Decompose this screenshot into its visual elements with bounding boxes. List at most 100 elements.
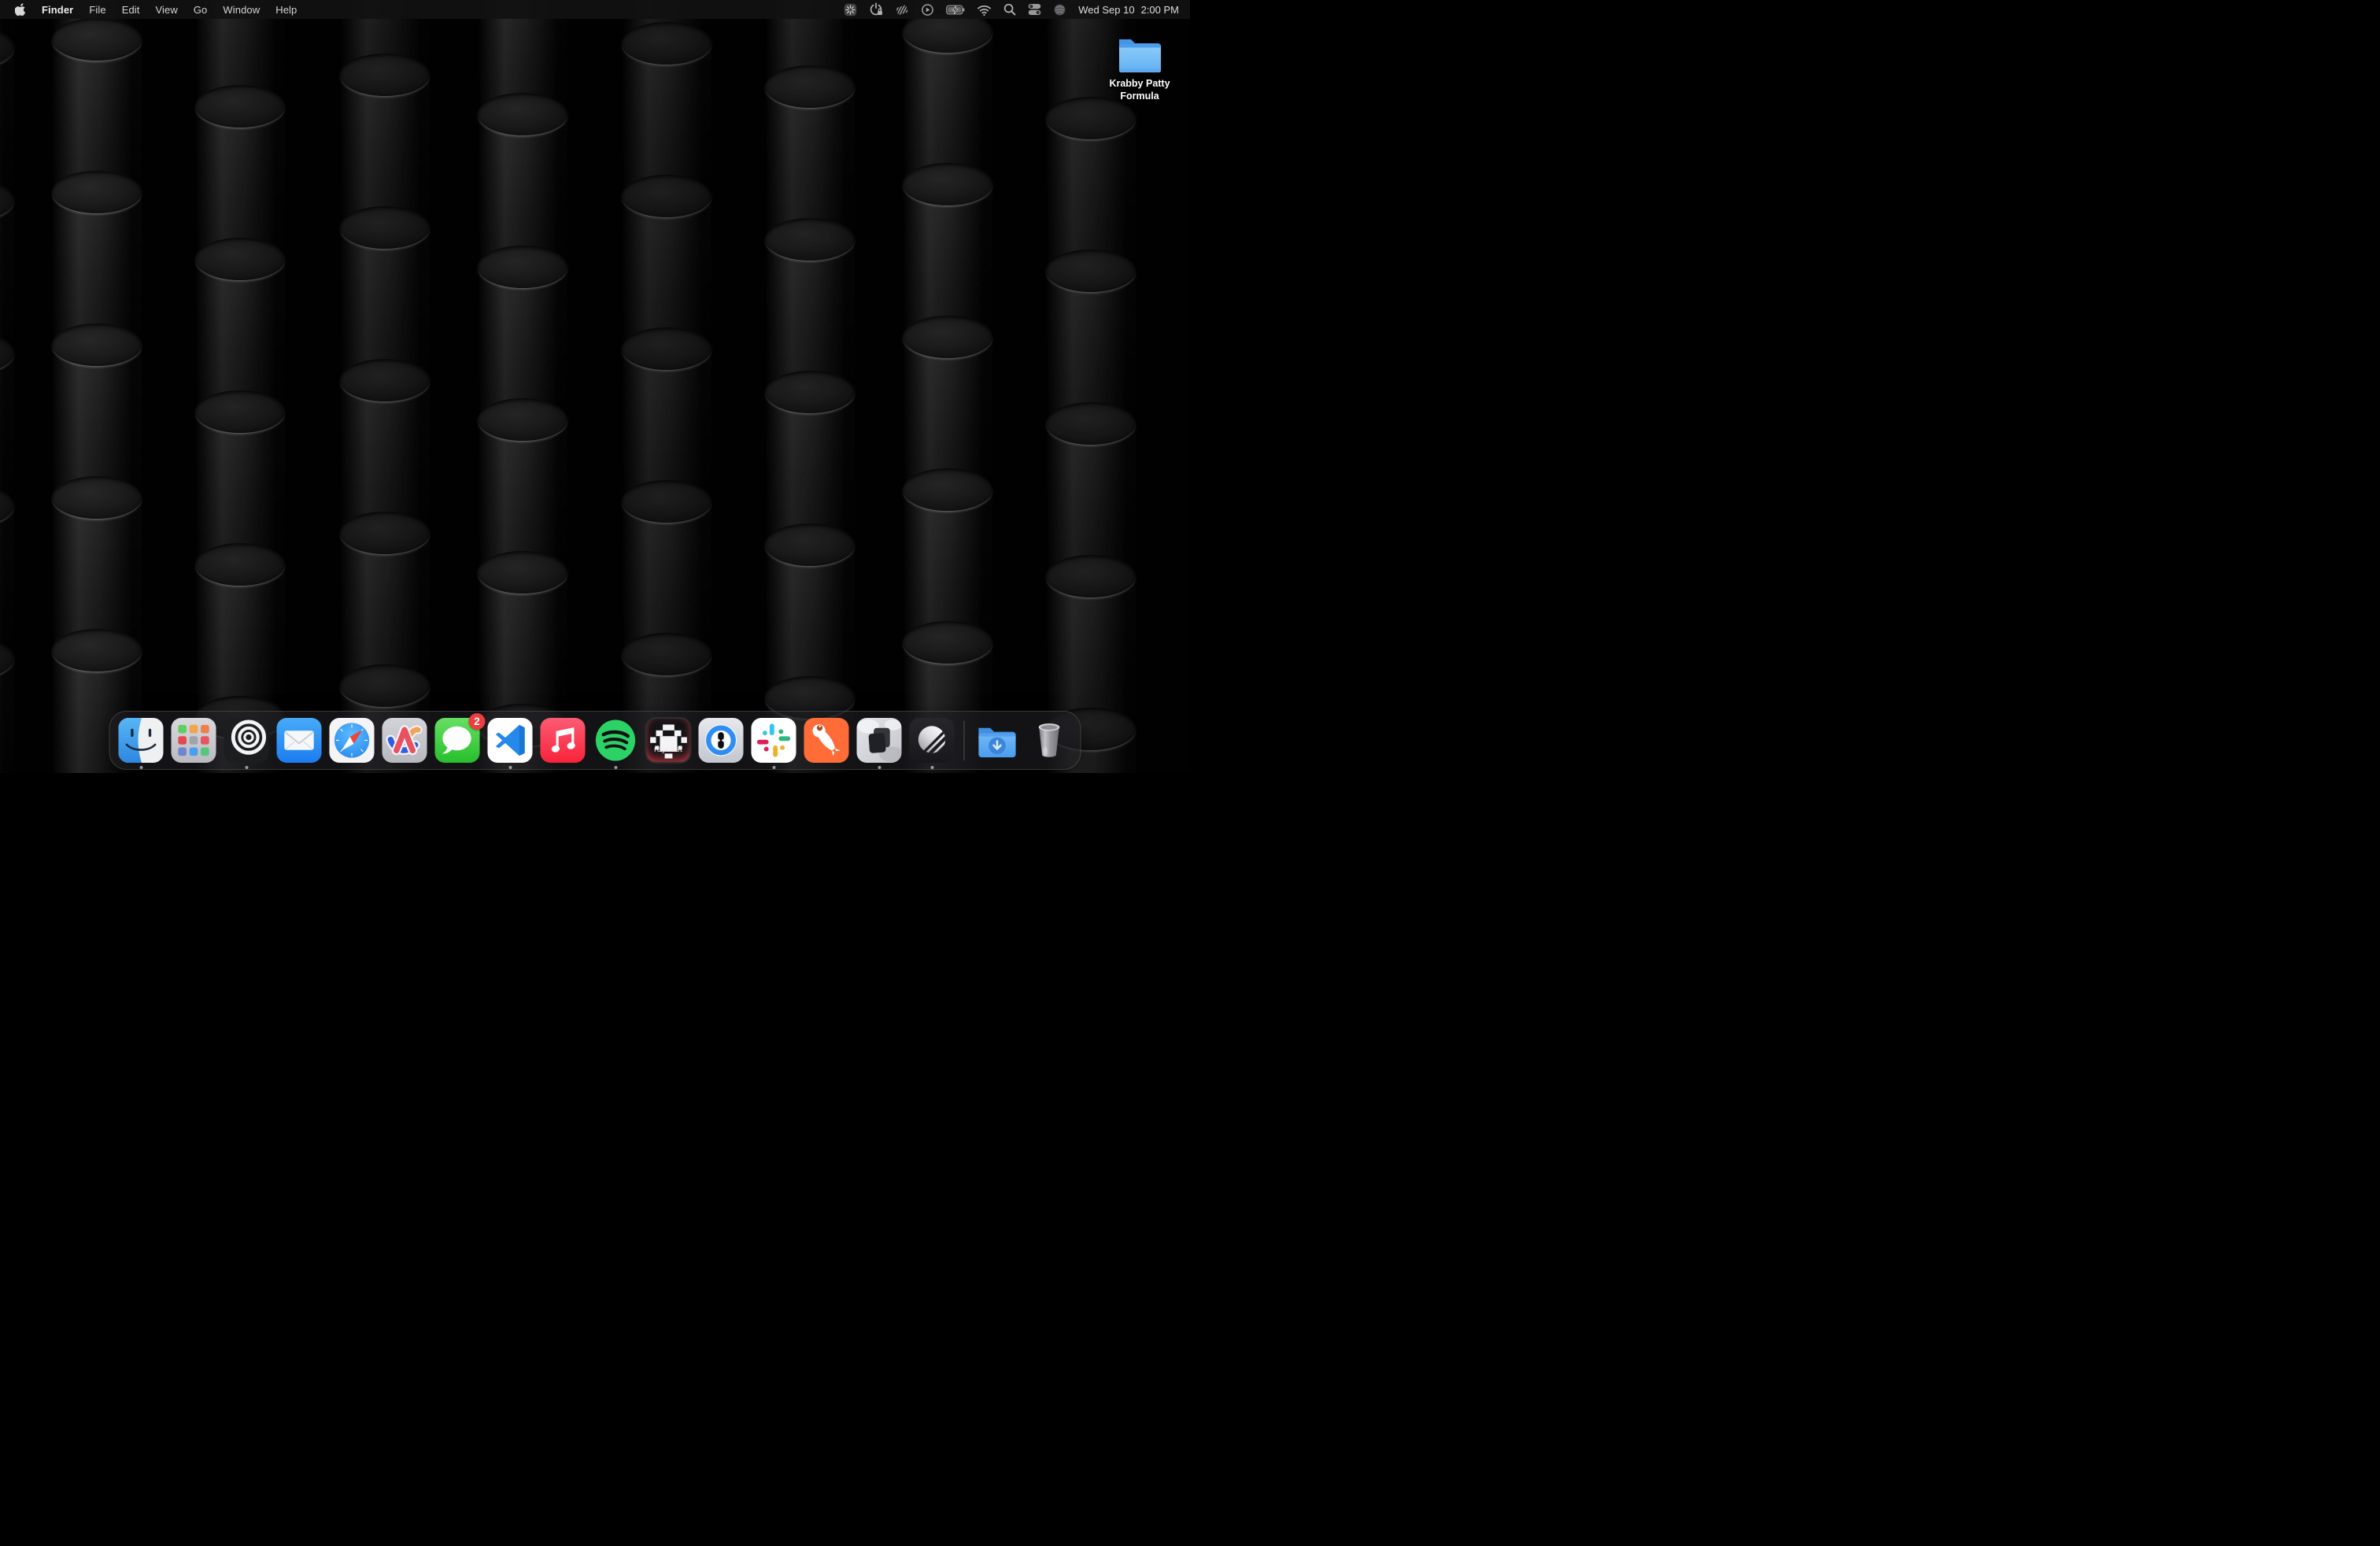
wallpaper-cylinder-top	[52, 324, 142, 366]
wallpaper-cylinder-top	[903, 621, 992, 664]
wallpaper-cylinder-top	[52, 18, 142, 61]
wallpaper-cylinder-top	[1046, 97, 1136, 139]
running-indicator	[878, 766, 881, 769]
wallpaper-cylinder-segment	[52, 192, 142, 345]
wallpaper-cylinder-top	[478, 93, 567, 135]
menu-bar: Finder File Edit View Go Window Help	[0, 0, 1190, 19]
wallpaper-column	[195, 0, 285, 773]
wallpaper-cylinder-segment	[622, 43, 711, 196]
trash-empty-icon[interactable]	[1026, 717, 1073, 764]
wallpaper-cylinder-segment	[478, 114, 567, 267]
wallpaper-cylinder-top	[765, 218, 855, 261]
wallpaper-cylinder-segment	[0, 200, 14, 353]
wallpaper-cylinder-segment	[903, 31, 992, 184]
striped-app-menu-icon[interactable]	[895, 3, 909, 17]
running-indicator	[772, 766, 775, 769]
menu-item-file[interactable]: File	[81, 4, 113, 16]
wallpaper-cylinder-top	[52, 171, 142, 213]
wallpaper-column	[340, 0, 430, 773]
wallpaper-cylinder-segment	[622, 501, 711, 654]
apple-menu-icon[interactable]	[8, 2, 34, 17]
raycast-label: raycast	[647, 745, 690, 754]
finder-icon[interactable]	[118, 717, 164, 764]
wallpaper-cylinder-segment	[340, 380, 430, 533]
safari-icon[interactable]	[329, 717, 375, 764]
wallpaper-cylinder-top	[622, 633, 711, 675]
menu-item-view[interactable]: View	[148, 4, 186, 16]
folder-label: Krabby Patty Formula	[1096, 77, 1184, 103]
wallpaper-cylinder-top	[52, 629, 142, 671]
concentric-rings-app-icon[interactable]	[224, 717, 270, 764]
wallpaper-column	[52, 0, 142, 773]
wallpaper-cylinder-top	[52, 476, 142, 519]
running-indicator	[245, 766, 248, 769]
wallpaper-cylinder-segment	[765, 239, 855, 392]
wallpaper-column	[765, 0, 855, 773]
wallpaper-cylinder-top	[622, 327, 711, 370]
wallpaper-cylinder-segment	[765, 545, 855, 697]
wallpaper-cylinder-segment	[1046, 576, 1136, 729]
wallpaper-column	[478, 0, 567, 773]
mail-icon[interactable]	[276, 717, 323, 764]
password-lock-menu-icon[interactable]	[869, 2, 883, 17]
wallpaper-cylinder-segment	[903, 490, 992, 642]
wallpaper-cylinder-top	[340, 206, 430, 249]
wallpaper-cylinder-segment	[0, 47, 14, 200]
running-indicator	[614, 766, 617, 769]
menu-bar-clock[interactable]: Wed Sep 10 2:00 PM	[1078, 4, 1179, 16]
apple-music-icon[interactable]	[540, 717, 586, 764]
wallpaper-cylinder-segment	[195, 259, 285, 412]
wallpaper-cylinder-top	[195, 390, 285, 433]
menu-item-edit[interactable]: Edit	[114, 4, 148, 16]
striped-sphere-app-icon[interactable]	[909, 717, 955, 764]
battery-charging-icon[interactable]	[946, 3, 965, 17]
spotify-icon[interactable]	[593, 717, 639, 764]
vscode-icon[interactable]	[487, 717, 534, 764]
1password-icon[interactable]	[698, 717, 745, 764]
wallpaper-cylinder-top	[622, 22, 711, 65]
sunburst-app-menu-icon[interactable]	[844, 3, 857, 17]
messages-icon[interactable]: 2	[434, 717, 481, 764]
wallpaper-cylinder-segment	[478, 572, 567, 725]
folder-icon	[1117, 37, 1162, 74]
wallpaper-cylinder-segment	[1046, 118, 1136, 271]
menu-item-go[interactable]: Go	[186, 4, 216, 16]
clock-date: Wed Sep 10	[1078, 4, 1134, 16]
apple-logo	[15, 2, 27, 17]
sphere-app-menu-icon[interactable]	[1053, 3, 1066, 17]
wallpaper-cylinder-top	[340, 54, 430, 96]
desktop-folder-krabby-patty-formula[interactable]: Krabby Patty Formula	[1092, 37, 1187, 103]
downloads-folder-icon[interactable]	[974, 717, 1020, 764]
running-indicator	[508, 766, 512, 769]
wallpaper-cylinder-segment	[478, 420, 567, 572]
slack-icon[interactable]	[751, 717, 797, 764]
postman-icon[interactable]	[804, 717, 850, 764]
menu-item-window[interactable]: Window	[215, 4, 268, 16]
running-indicator	[930, 766, 933, 769]
marble-panels-app-icon[interactable]	[856, 717, 903, 764]
launchpad-icon[interactable]	[171, 717, 217, 764]
arc-browser-icon[interactable]	[382, 717, 428, 764]
wallpaper-cylinder-segment	[340, 75, 430, 227]
wallpaper-cylinder-top	[903, 316, 992, 358]
notification-badge: 2	[469, 713, 486, 730]
wallpaper-cylinder-segment	[340, 227, 430, 380]
spotlight-search-icon[interactable]	[1003, 3, 1016, 16]
raycast-icon[interactable]: raycast	[645, 717, 692, 764]
wallpaper-cylinder-top	[622, 175, 711, 217]
raycast-tile: raycast	[647, 719, 690, 762]
wallpaper-cylinder-top	[765, 371, 855, 413]
wallpaper-cylinder-top	[1046, 250, 1136, 292]
raycast-tile-frame: raycast	[645, 717, 692, 764]
wallpaper-cylinder-top	[340, 664, 430, 707]
now-playing-menu-icon[interactable]	[921, 3, 934, 17]
wallpaper-cylinder-segment	[765, 87, 855, 239]
wallpaper-cylinder-segment	[1046, 271, 1136, 423]
menu-item-help[interactable]: Help	[268, 4, 305, 16]
wifi-icon[interactable]	[977, 3, 992, 17]
control-center-icon[interactable]	[1028, 3, 1041, 16]
wallpaper-cylinder-top	[903, 468, 992, 511]
menu-item-app[interactable]: Finder	[34, 4, 81, 16]
wallpaper-cylinder-top	[478, 551, 567, 594]
wallpaper-cylinder-segment	[765, 392, 855, 545]
